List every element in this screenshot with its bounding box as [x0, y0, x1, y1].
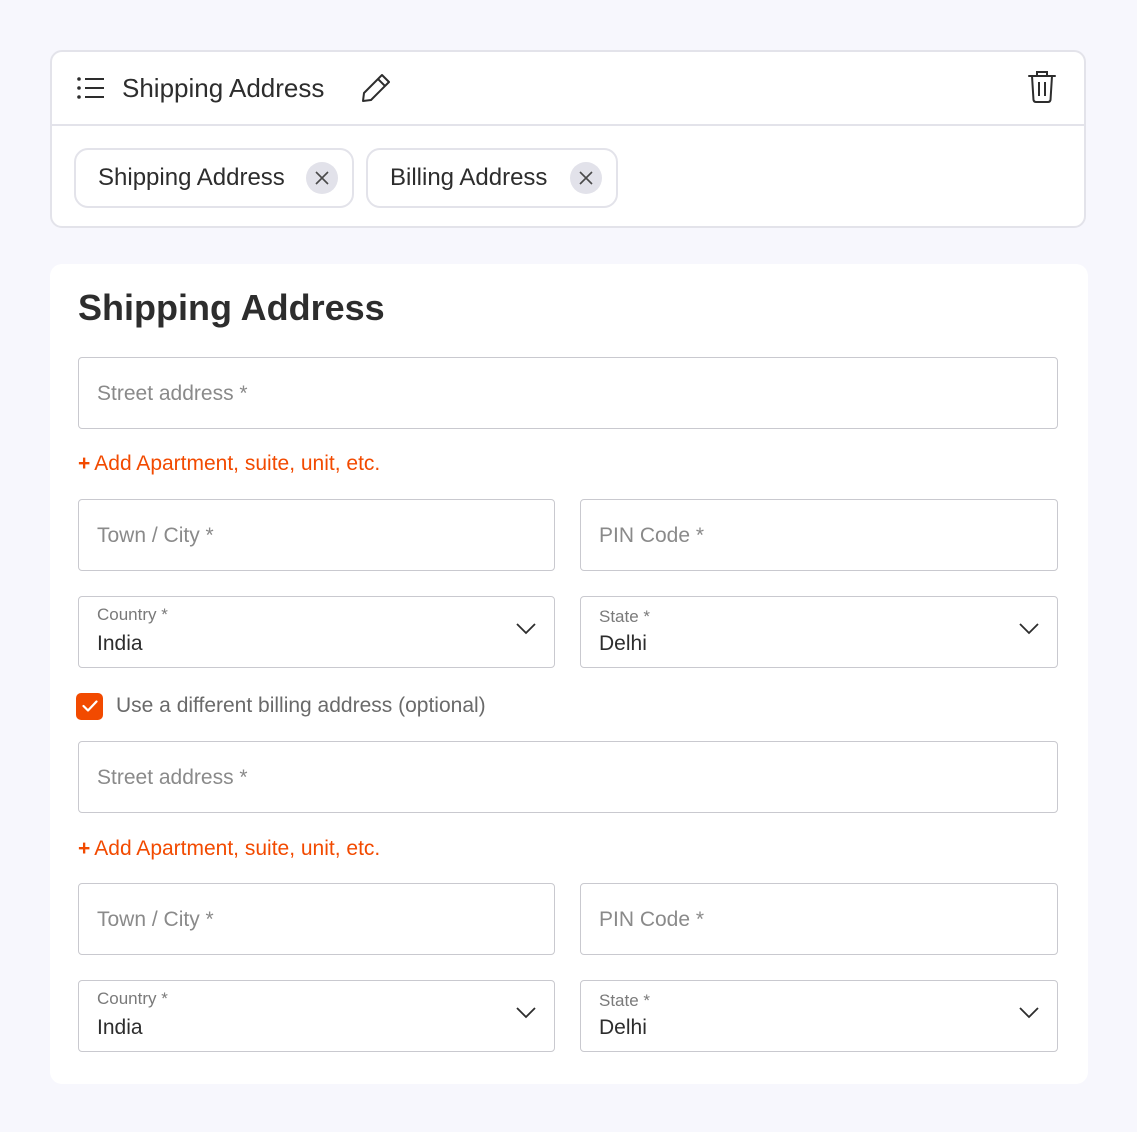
pin-placeholder: PIN Code * [599, 908, 705, 931]
city-placeholder: Town / City * [97, 524, 214, 547]
add-apartment-label: Add Apartment, suite, unit, etc. [94, 452, 381, 475]
panel-title: Shipping Address [122, 73, 325, 103]
country-label: Country * [97, 605, 168, 624]
billing-city-input[interactable]: Town / City * [78, 883, 555, 955]
shipping-pin-input[interactable]: PIN Code * [580, 499, 1058, 571]
shipping-state-select[interactable]: State * Delhi [580, 596, 1058, 668]
billing-street-input[interactable]: Street address * [78, 741, 1058, 813]
chip-billing-address[interactable]: Billing Address [366, 148, 618, 208]
panel-header: Shipping Address [52, 52, 1084, 126]
billing-add-apartment-link[interactable]: + Add Apartment, suite, unit, etc. [78, 836, 380, 862]
plus-icon: + [78, 837, 91, 860]
pencil-icon[interactable] [358, 70, 394, 106]
chip-shipping-address[interactable]: Shipping Address [74, 148, 354, 208]
state-value: Delhi [599, 632, 647, 655]
address-sections-panel: Shipping Address Shipping Address Billin… [50, 50, 1086, 228]
country-value: India [97, 1016, 143, 1039]
list-icon [77, 77, 104, 99]
billing-address-checkbox-label: Use a different billing address (optiona… [116, 694, 486, 717]
pin-placeholder: PIN Code * [599, 524, 705, 547]
state-value: Delhi [599, 1016, 647, 1039]
city-placeholder: Town / City * [97, 908, 214, 931]
chevron-down-icon [1019, 623, 1039, 635]
shipping-country-select[interactable]: Country * India [78, 596, 555, 668]
chevron-down-icon [1019, 1007, 1039, 1019]
close-icon[interactable] [306, 162, 338, 194]
checkmark-icon [81, 700, 98, 712]
billing-address-checkbox-row: Use a different billing address (optiona… [76, 692, 486, 720]
billing-pin-input[interactable]: PIN Code * [580, 883, 1058, 955]
add-apartment-label: Add Apartment, suite, unit, etc. [94, 837, 381, 860]
address-form: Shipping Address Street address * + Add A… [50, 264, 1088, 1084]
state-label: State * [599, 991, 651, 1010]
state-label: State * [599, 607, 651, 626]
chip-label: Shipping Address [98, 164, 285, 191]
close-icon[interactable] [570, 162, 602, 194]
street-placeholder: Street address * [97, 766, 248, 789]
shipping-add-apartment-link[interactable]: + Add Apartment, suite, unit, etc. [78, 451, 380, 477]
shipping-city-input[interactable]: Town / City * [78, 499, 555, 571]
form-title: Shipping Address [78, 287, 385, 328]
country-label: Country * [97, 989, 168, 1008]
country-value: India [97, 632, 143, 655]
billing-country-select[interactable]: Country * India [78, 980, 555, 1052]
chip-label: Billing Address [390, 164, 548, 191]
trash-icon[interactable] [1026, 68, 1058, 104]
shipping-street-input[interactable]: Street address * [78, 357, 1058, 429]
chevron-down-icon [516, 623, 536, 635]
street-placeholder: Street address * [97, 382, 248, 405]
billing-address-checkbox[interactable] [76, 692, 103, 720]
plus-icon: + [78, 452, 91, 475]
billing-state-select[interactable]: State * Delhi [580, 980, 1058, 1052]
chevron-down-icon [516, 1007, 536, 1019]
